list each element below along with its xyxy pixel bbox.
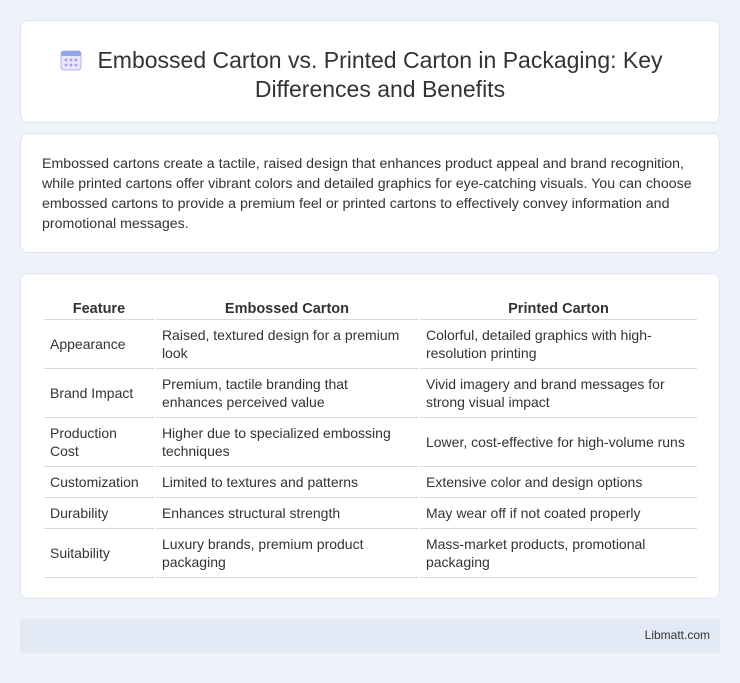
header-card: Embossed Carton vs. Printed Carton in Pa… [20, 20, 720, 123]
printed-cell: Extensive color and design options [419, 467, 697, 498]
table-header-row: Feature Embossed Carton Printed Carton [44, 294, 697, 320]
printed-cell: Colorful, detailed graphics with high-re… [419, 320, 697, 369]
embossed-cell: Limited to textures and patterns [155, 467, 418, 498]
feature-cell: Durability [44, 498, 154, 529]
printed-cell: Vivid imagery and brand messages for str… [419, 369, 697, 418]
intro-paragraph: Embossed cartons create a tactile, raise… [42, 156, 692, 232]
header-embossed: Embossed Carton [155, 294, 418, 320]
comparison-table: Feature Embossed Carton Printed Carton A… [42, 294, 699, 578]
feature-cell: Production Cost [44, 418, 154, 467]
header-printed: Printed Carton [419, 294, 697, 320]
comparison-card: Feature Embossed Carton Printed Carton A… [20, 273, 720, 599]
embossed-cell: Premium, tactile branding that enhances … [155, 369, 418, 418]
table-row: Brand Impact Premium, tactile branding t… [44, 369, 697, 418]
table-row: Appearance Raised, textured design for a… [44, 320, 697, 369]
embossed-cell: Luxury brands, premium product packaging [155, 529, 418, 578]
footer-site-link[interactable]: Libmatt.com [645, 628, 710, 642]
feature-cell: Suitability [44, 529, 154, 578]
feature-cell: Customization [44, 467, 154, 498]
embossed-cell: Enhances structural strength [155, 498, 418, 529]
feature-cell: Appearance [44, 320, 154, 369]
page-title: Embossed Carton vs. Printed Carton in Pa… [97, 47, 663, 102]
feature-cell: Brand Impact [44, 369, 154, 418]
printed-cell: Mass-market products, promotional packag… [419, 529, 697, 578]
printed-cell: Lower, cost-effective for high-volume ru… [419, 418, 697, 467]
embossed-cell: Raised, textured design for a premium lo… [155, 320, 418, 369]
footer: Libmatt.com [20, 619, 720, 653]
embossed-cell: Higher due to specialized embossing tech… [155, 418, 418, 467]
header-feature: Feature [44, 294, 154, 320]
printed-cell: May wear off if not coated properly [419, 498, 697, 529]
table-row: Durability Enhances structural strength … [44, 498, 697, 529]
intro-card: Embossed cartons create a tactile, raise… [20, 133, 720, 253]
table-row: Suitability Luxury brands, premium produ… [44, 529, 697, 578]
table-row: Production Cost Higher due to specialize… [44, 418, 697, 467]
table-row: Customization Limited to textures and pa… [44, 467, 697, 498]
